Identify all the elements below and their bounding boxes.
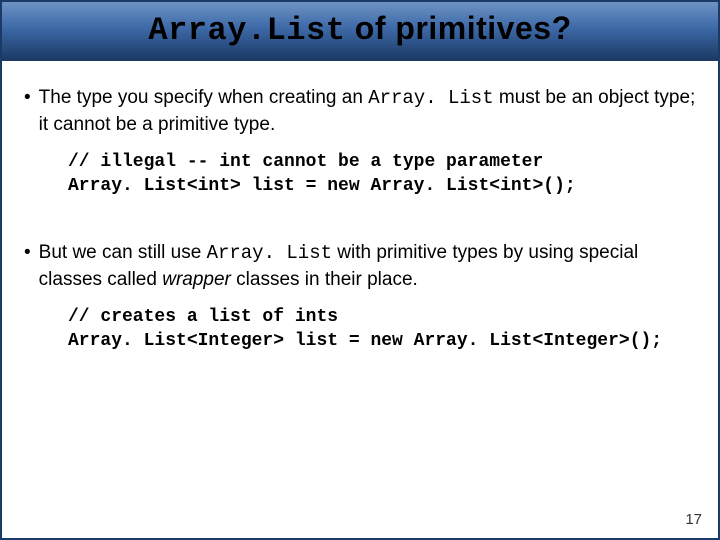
bullet-2-mono: Array. List <box>207 242 332 264</box>
title-mono: Array.List <box>148 12 345 49</box>
slide: Array.List of primitives? • The type you… <box>0 0 720 540</box>
title-rest: of primitives? <box>345 10 571 46</box>
bullet-dot-icon: • <box>24 240 31 292</box>
title-bar: Array.List of primitives? <box>2 2 718 61</box>
slide-content: • The type you specify when creating an … <box>2 61 718 353</box>
bullet-2: • But we can still use Array. List with … <box>24 240 696 292</box>
bullet-1-pre: The type you specify when creating an <box>39 87 369 108</box>
code-block-2: // creates a list of ints Array. List<In… <box>68 306 696 353</box>
code-block-1: // illegal -- int cannot be a type param… <box>68 151 696 198</box>
bullet-1-mono: Array. List <box>368 87 493 109</box>
page-number: 17 <box>685 511 702 528</box>
bullet-2-pre: But we can still use <box>39 242 207 263</box>
bullet-1-text: The type you specify when creating an Ar… <box>39 85 696 137</box>
bullet-dot-icon: • <box>24 85 31 137</box>
bullet-1: • The type you specify when creating an … <box>24 85 696 137</box>
bullet-2-post-b: classes in their place. <box>231 269 418 290</box>
slide-title: Array.List of primitives? <box>2 10 718 49</box>
bullet-2-text: But we can still use Array. List with pr… <box>39 240 696 292</box>
bullet-2-italic: wrapper <box>162 269 231 290</box>
